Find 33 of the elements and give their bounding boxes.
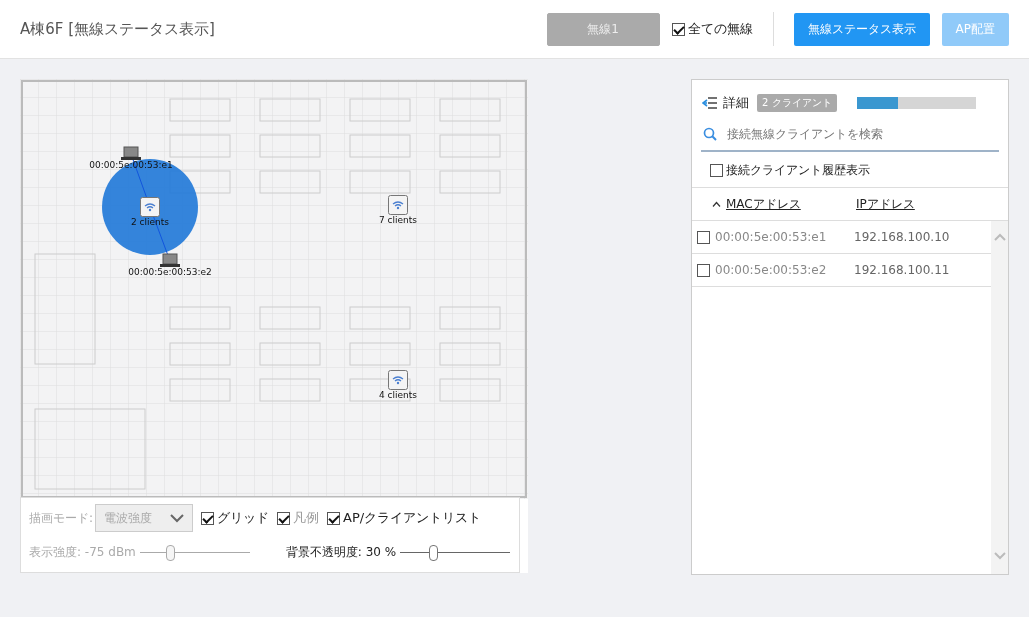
laptop-icon[interactable] <box>121 146 141 160</box>
page-title: A棟6F [無線ステータス表示] <box>20 19 215 39</box>
client-count-label: 2 clients <box>131 217 169 227</box>
mac-address-cell-text: 00:00:5e:00:53:e2 <box>715 263 828 277</box>
search-field[interactable]: 接続無線クライアントを検索 <box>701 126 999 152</box>
slider-label: 背景不透明度: 30 % <box>285 544 397 561</box>
mode-label: 描画モード: <box>29 509 94 527</box>
column-header[interactable]: IPアドレス <box>856 195 915 213</box>
wifi-access-point-icon[interactable] <box>388 195 408 215</box>
chevron-down-icon <box>170 513 185 523</box>
ip-address-cell: 192.168.100.10 <box>854 230 950 244</box>
sort-caret-icon <box>712 201 721 207</box>
wifi-access-point-icon[interactable] <box>388 370 408 390</box>
client-count-label: 7 clients <box>379 215 417 225</box>
option-checkbox[interactable]: グリッド <box>201 509 270 527</box>
laptop-icon[interactable] <box>160 253 180 267</box>
wifi-access-point-icon[interactable] <box>140 197 160 217</box>
mac-address-cell-text: 00:00:5e:00:53:e1 <box>715 230 828 244</box>
option-checkbox[interactable]: AP/クライアントリスト <box>327 509 482 527</box>
history-checkbox[interactable]: 接続クライアント履歴表示 <box>692 152 1008 187</box>
row-checkbox[interactable] <box>697 230 710 244</box>
client-count-badge: 2 クライアント <box>757 94 837 112</box>
all-radios-checkbox[interactable]: 全ての無線 <box>671 20 753 38</box>
collapse-arrow-icon[interactable] <box>702 97 717 109</box>
slider-label: 表示強度: -75 dBm <box>29 544 136 561</box>
search-icon <box>703 127 717 141</box>
client-count-label: 4 clients <box>379 390 417 400</box>
details-title: 詳細 <box>723 94 749 112</box>
column-header[interactable]: MACアドレス <box>712 195 856 213</box>
slider-thumb[interactable] <box>429 545 439 561</box>
row-checkbox[interactable] <box>697 263 710 277</box>
client-label: 00:00:5e:00:53:e2 <box>128 267 212 277</box>
ip-address-cell: 192.168.100.11 <box>854 263 950 277</box>
